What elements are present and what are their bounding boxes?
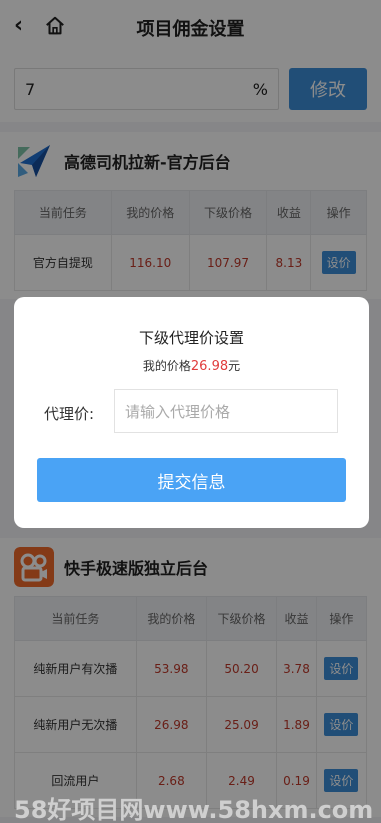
modal-title: 下级代理价设置: [138, 329, 244, 347]
agent-price-input[interactable]: 请输入代理价格: [114, 389, 338, 433]
submit-button[interactable]: 提交信息: [37, 458, 346, 502]
price-prefix: 我的价格: [142, 359, 191, 373]
price-suffix: 元: [228, 359, 241, 373]
agent-price-modal: 下级代理价设置 我的价格26.98元 代理价: 请输入代理价格 提交信息: [14, 297, 369, 528]
my-price-line: 我的价格26.98元: [14, 357, 369, 374]
watermark: 58好项目网www.58hxm.com: [14, 796, 374, 823]
agent-price-label: 代理价:: [44, 405, 95, 423]
price-value: 26.98: [190, 359, 229, 374]
